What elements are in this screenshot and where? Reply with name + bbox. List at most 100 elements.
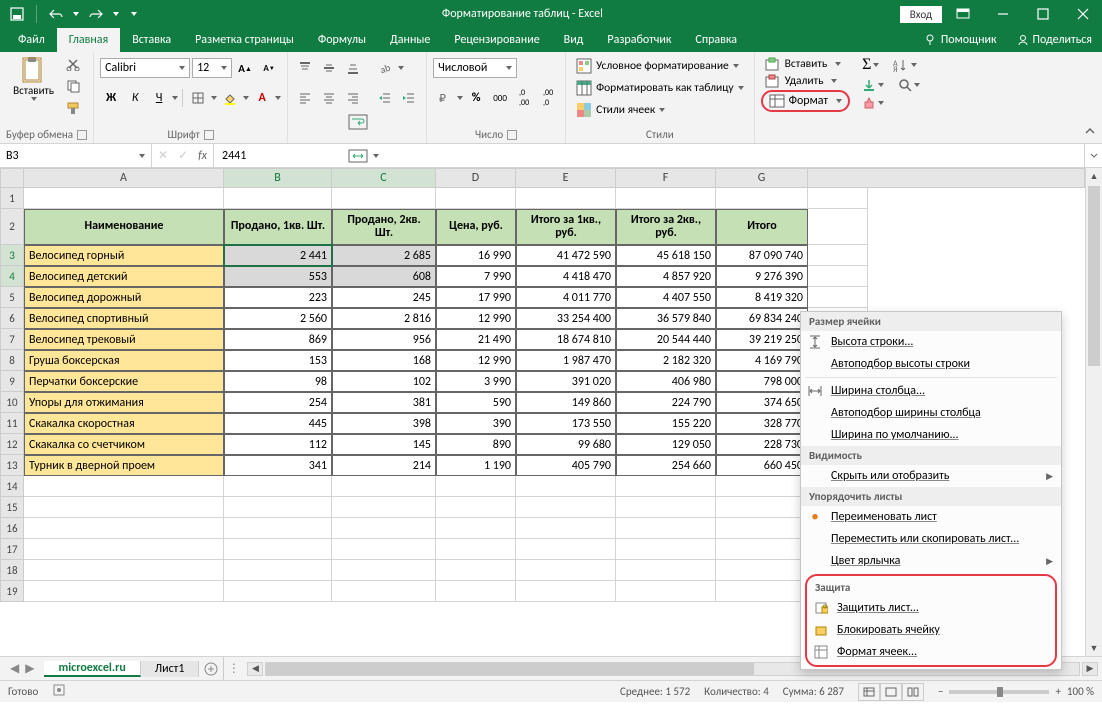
cell[interactable] (436, 518, 516, 539)
row-header[interactable]: 16 (0, 518, 24, 539)
cell[interactable]: 214 (332, 455, 436, 476)
orientation-icon[interactable]: ab (374, 58, 396, 78)
align-center-icon[interactable] (318, 88, 340, 108)
font-launcher[interactable] (204, 130, 214, 140)
tab-файл[interactable]: Файл (6, 28, 57, 52)
cell[interactable]: 155 220 (616, 413, 716, 434)
cell[interactable] (716, 539, 808, 560)
cell[interactable]: 99 680 (516, 434, 616, 455)
cell[interactable]: 98 (224, 371, 332, 392)
cell[interactable]: Итого (716, 209, 808, 245)
cell[interactable] (716, 497, 808, 518)
row-header[interactable]: 15 (0, 497, 24, 518)
fx-icon[interactable]: fx (198, 149, 207, 163)
dd-move-copy[interactable]: Переместить или скопировать лист... (801, 528, 1061, 550)
undo-dropdown-icon[interactable] (73, 12, 79, 16)
row-header[interactable]: 9 (0, 371, 24, 392)
autosum-button[interactable]: Σ (862, 56, 879, 74)
cell[interactable]: 224 790 (616, 392, 716, 413)
cell[interactable] (616, 188, 716, 209)
cell[interactable]: 102 (332, 371, 436, 392)
cell[interactable] (716, 581, 808, 602)
underline-icon[interactable]: Ч (148, 88, 170, 108)
cancel-formula-icon[interactable]: ✕ (158, 148, 168, 163)
col-header-F[interactable]: F (616, 168, 716, 188)
cell[interactable]: Груша боксерская (24, 350, 224, 371)
cell[interactable]: 17 990 (436, 287, 516, 308)
cell[interactable] (332, 497, 436, 518)
cell[interactable]: 2 441 (224, 245, 332, 266)
cell[interactable] (224, 188, 332, 209)
cell[interactable]: 254 660 (616, 455, 716, 476)
paste-button[interactable]: Вставить (9, 54, 58, 103)
view-pagebreak-icon[interactable] (902, 683, 924, 701)
select-all-corner[interactable] (0, 168, 24, 188)
row-header[interactable]: 2 (0, 209, 24, 245)
cell[interactable]: 87 090 740 (716, 245, 808, 266)
cell[interactable]: 798 000 (716, 371, 808, 392)
col-header-h[interactable] (808, 168, 1085, 188)
cell[interactable]: Наименование (24, 209, 224, 245)
fill-color-icon[interactable] (219, 88, 241, 108)
dd-protect-sheet[interactable]: Защитить лист... (807, 597, 1055, 619)
cell[interactable]: 9 276 390 (716, 266, 808, 287)
number-format-combo[interactable]: Числовой (433, 58, 517, 78)
redo-icon[interactable] (87, 5, 105, 23)
tab-справка[interactable]: Справка (683, 28, 749, 52)
cell[interactable]: Цена, руб. (436, 209, 516, 245)
cell[interactable] (224, 476, 332, 497)
sheet-tab-active[interactable]: microexcel.ru (44, 661, 140, 677)
cell[interactable] (616, 581, 716, 602)
align-left-icon[interactable] (294, 88, 316, 108)
row-header[interactable]: 17 (0, 539, 24, 560)
cell[interactable] (224, 518, 332, 539)
align-bottom-icon[interactable] (342, 58, 364, 78)
cell[interactable]: 223 (224, 287, 332, 308)
row-header[interactable]: 10 (0, 392, 24, 413)
row-header[interactable]: 7 (0, 329, 24, 350)
dd-default-width[interactable]: Ширина по умолчанию... (801, 424, 1061, 446)
increase-font-icon[interactable]: A▲ (234, 58, 256, 78)
cell[interactable]: 16 990 (436, 245, 516, 266)
col-header-D[interactable]: D (436, 168, 516, 188)
cell[interactable]: 3 990 (436, 371, 516, 392)
cell[interactable]: 2 560 (224, 308, 332, 329)
cell[interactable] (516, 560, 616, 581)
format-painter-icon[interactable] (62, 98, 84, 118)
cell[interactable] (332, 539, 436, 560)
share-button[interactable]: Поделиться (1007, 28, 1102, 52)
tab-данные[interactable]: Данные (378, 28, 442, 52)
cell[interactable]: 956 (332, 329, 436, 350)
cell[interactable]: 112 (224, 434, 332, 455)
macro-record-icon[interactable] (52, 683, 66, 700)
percent-icon[interactable]: % (465, 88, 487, 108)
cell[interactable]: 405 790 (516, 455, 616, 476)
minimize-icon[interactable] (984, 0, 1022, 28)
decrease-decimal-icon[interactable]: ,00,0 (537, 88, 559, 108)
cell[interactable]: 391 020 (516, 371, 616, 392)
cell[interactable]: Велосипед трековый (24, 329, 224, 350)
tab-разработчик[interactable]: Разработчик (595, 28, 683, 52)
zoom-slider[interactable] (949, 690, 1049, 694)
cell[interactable]: 129 050 (616, 434, 716, 455)
insert-cells-button[interactable]: Вставить (761, 56, 850, 72)
cell[interactable] (808, 209, 868, 245)
col-header-C[interactable]: C (332, 168, 436, 188)
format-cells-button[interactable]: Формат (761, 90, 850, 112)
cell[interactable]: 149 860 (516, 392, 616, 413)
cell[interactable] (436, 539, 516, 560)
cell[interactable] (716, 476, 808, 497)
close-icon[interactable] (1064, 0, 1102, 28)
cell[interactable]: 869 (224, 329, 332, 350)
cell[interactable]: 145 (332, 434, 436, 455)
cell-styles-button[interactable]: Стили ячеек (572, 100, 748, 120)
cell[interactable]: Скакалка со счетчиком (24, 434, 224, 455)
cell[interactable] (716, 560, 808, 581)
cell[interactable] (24, 539, 224, 560)
font-size-combo[interactable]: 12 (192, 58, 232, 78)
cell[interactable] (436, 476, 516, 497)
format-as-table-button[interactable]: Форматировать как таблицу (572, 78, 748, 98)
cell[interactable] (716, 518, 808, 539)
cell[interactable]: Скакалка скоростная (24, 413, 224, 434)
row-header[interactable]: 13 (0, 455, 24, 476)
